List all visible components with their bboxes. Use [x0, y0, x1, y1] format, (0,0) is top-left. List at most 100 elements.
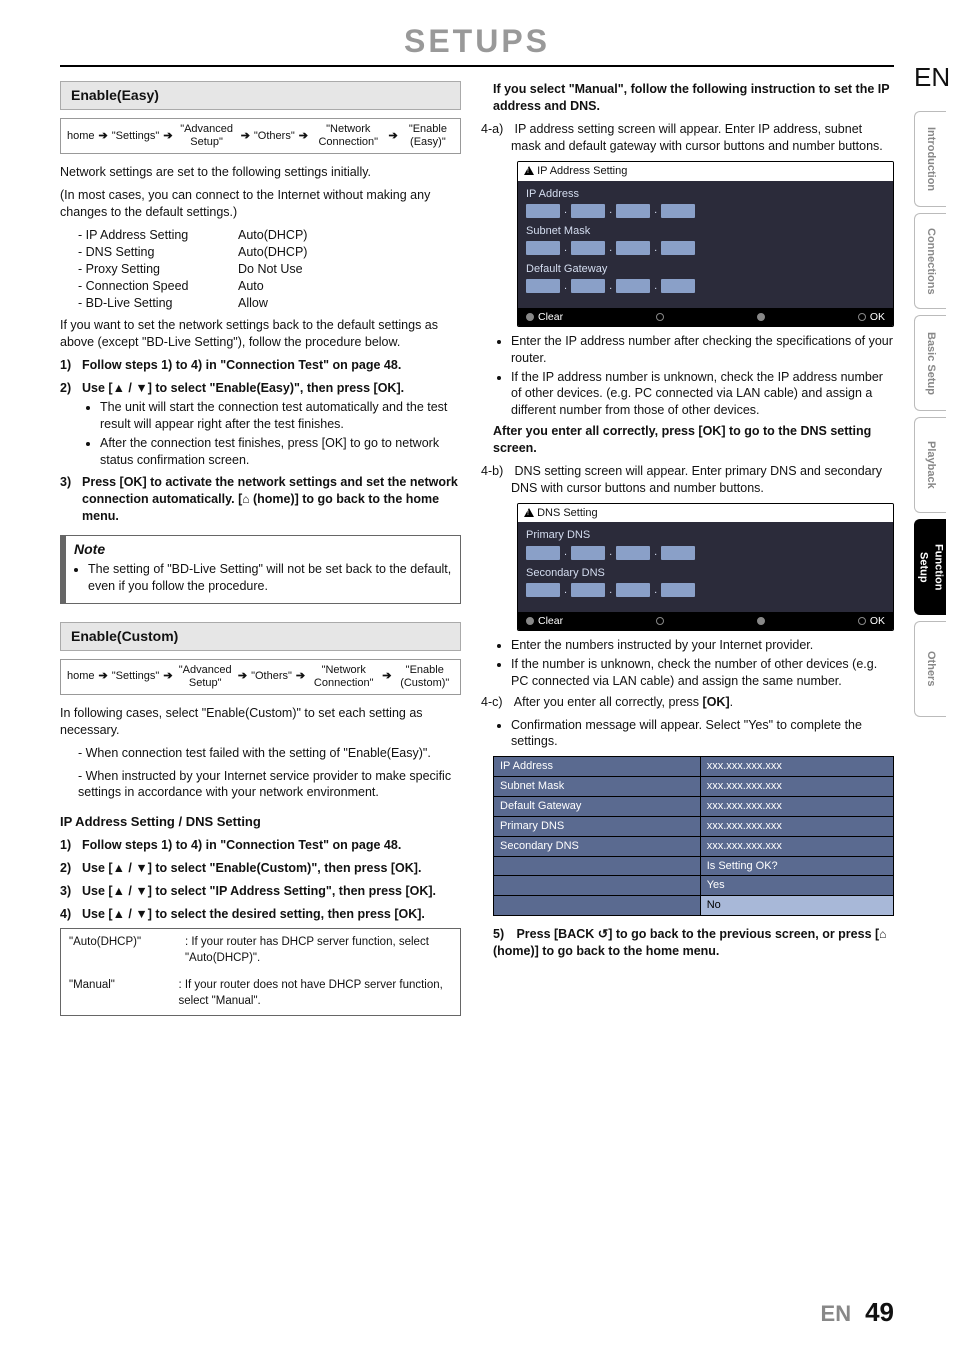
enable-easy-heading: Enable(Easy)	[60, 81, 461, 110]
step: Use [▲ / ▼] to select the desired settin…	[60, 906, 461, 923]
ok-label[interactable]: OK	[870, 310, 885, 324]
language-code: EN	[914, 60, 946, 95]
tab-others[interactable]: Others	[914, 621, 946, 717]
step-4b: 4-b) DNS setting screen will appear. Ent…	[511, 463, 894, 497]
crumb-part: "Settings"	[112, 130, 160, 143]
page-number: 49	[865, 1295, 894, 1330]
field-label: Primary DNS	[526, 528, 885, 543]
confirm-val: xxx.xxx.xxx.xxx	[700, 757, 893, 777]
field-label: Default Gateway	[526, 262, 885, 277]
confirm-val: xxx.xxx.xxx.xxx	[700, 796, 893, 816]
ip-octet[interactable]	[526, 546, 560, 560]
bullet: Confirmation message will appear. Select…	[511, 717, 894, 751]
option-key: "Auto(DHCP)"	[69, 935, 185, 966]
breadcrumb-easy: home ➔ "Settings" ➔ "Advanced Setup" ➔ "…	[60, 118, 461, 154]
setting-value: Auto	[238, 278, 264, 295]
arrow-right-icon: ➔	[161, 670, 174, 683]
confirm-no[interactable]: No	[700, 896, 893, 916]
arrow-right-icon: ➔	[294, 670, 307, 683]
enable-custom-heading: Enable(Custom)	[60, 622, 461, 651]
dot-icon	[858, 313, 866, 321]
crumb-part: "Advanced Setup"	[177, 123, 237, 149]
default-settings-list: - IP Address SettingAuto(DHCP) - DNS Set…	[78, 227, 461, 311]
crumb-part: "Enable (Custom)"	[396, 664, 454, 690]
field-label: IP Address	[526, 187, 885, 202]
tab-basic-setup[interactable]: Basic Setup	[914, 315, 946, 411]
ip-octet[interactable]	[571, 546, 605, 560]
ip-octet[interactable]	[571, 204, 605, 218]
dot-icon	[526, 617, 534, 625]
step: Follow steps 1) to 4) in "Connection Tes…	[60, 357, 461, 374]
confirm-val: Is Setting OK?	[700, 856, 893, 876]
footer-lang: EN	[821, 1299, 852, 1329]
tab-function-setup[interactable]: Function Setup	[914, 519, 946, 615]
ip-octet[interactable]	[571, 279, 605, 293]
ip-octet[interactable]	[616, 279, 650, 293]
left-column: Enable(Easy) home ➔ "Settings" ➔ "Advanc…	[60, 81, 461, 1016]
page-footer: EN 49	[821, 1295, 894, 1330]
ip-octet[interactable]	[526, 241, 560, 255]
arrow-right-icon: ➔	[97, 670, 110, 683]
option-value: : If your router does not have DHCP serv…	[178, 978, 452, 1009]
ip-octet[interactable]	[571, 241, 605, 255]
clear-label[interactable]: Clear	[538, 310, 563, 324]
breadcrumb-custom: home ➔ "Settings" ➔ "Advanced Setup" ➔ "…	[60, 659, 461, 695]
field-label: Subnet Mask	[526, 224, 885, 239]
step-5: 5) Press [BACK ] to go back to the previ…	[493, 926, 894, 960]
ip-octet[interactable]	[661, 279, 695, 293]
ok-label[interactable]: OK	[870, 614, 885, 628]
confirm-key	[494, 856, 701, 876]
confirm-val: xxx.xxx.xxx.xxx	[700, 777, 893, 797]
ip-octet[interactable]	[616, 204, 650, 218]
crumb-part: "Network Connection"	[309, 664, 378, 690]
setting-value: Do Not Use	[238, 261, 303, 278]
tab-playback[interactable]: Playback	[914, 417, 946, 513]
clear-label[interactable]: Clear	[538, 614, 563, 628]
option-table: "Auto(DHCP)" : If your router has DHCP s…	[60, 928, 461, 1016]
tab-connections[interactable]: Connections	[914, 213, 946, 309]
screen-title: DNS Setting	[537, 507, 598, 519]
setting-name: - IP Address Setting	[78, 227, 238, 244]
home-icon: ⌂	[879, 927, 886, 941]
ip-octet[interactable]	[616, 546, 650, 560]
confirm-val: xxx.xxx.xxx.xxx	[700, 816, 893, 836]
field-label: Secondary DNS	[526, 566, 885, 581]
confirm-yes[interactable]: Yes	[700, 876, 893, 896]
ip-octet[interactable]	[526, 583, 560, 597]
ip-octet[interactable]	[571, 583, 605, 597]
ip-octet[interactable]	[616, 583, 650, 597]
dot-icon	[757, 617, 765, 625]
note-box: Note The setting of "BD-Live Setting" wi…	[60, 535, 461, 604]
body-text: Network settings are set to the followin…	[60, 164, 461, 181]
step: Press [OK] to activate the network setti…	[60, 474, 461, 525]
arrow-right-icon: ➔	[161, 130, 174, 143]
body-text: If you want to set the network settings …	[60, 317, 461, 351]
confirm-key: Secondary DNS	[494, 836, 701, 856]
body-text: In following cases, select "Enable(Custo…	[60, 705, 461, 739]
step-label: 4-c)	[481, 694, 511, 711]
ip-octet[interactable]	[661, 583, 695, 597]
ip-octet[interactable]	[526, 204, 560, 218]
side-tabs: EN Introduction Connections Basic Setup …	[914, 60, 946, 717]
ip-octet[interactable]	[616, 241, 650, 255]
confirm-key	[494, 876, 701, 896]
crumb-part: "Advanced Setup"	[177, 664, 234, 690]
arrow-right-icon: ➔	[380, 670, 393, 683]
bullet: If the number is unknown, check the numb…	[511, 656, 894, 690]
bullet: The unit will start the connection test …	[100, 399, 461, 433]
ip-octet[interactable]	[661, 241, 695, 255]
ip-address-setting-screen: IP Address Setting IP Address ... Subnet…	[517, 161, 894, 327]
setting-name: - DNS Setting	[78, 244, 238, 261]
ip-octet[interactable]	[661, 546, 695, 560]
bullet: After the connection test finishes, pres…	[100, 435, 461, 469]
arrow-right-icon: ➔	[97, 130, 110, 143]
dash-item: - When connection test failed with the s…	[78, 745, 461, 762]
crumb-part: "Others"	[251, 670, 292, 683]
ip-octet[interactable]	[661, 204, 695, 218]
ip-octet[interactable]	[526, 279, 560, 293]
warning-icon	[524, 508, 534, 517]
warning-icon	[524, 166, 534, 175]
note-title: Note	[66, 536, 460, 559]
dot-icon	[858, 617, 866, 625]
tab-introduction[interactable]: Introduction	[914, 111, 946, 207]
